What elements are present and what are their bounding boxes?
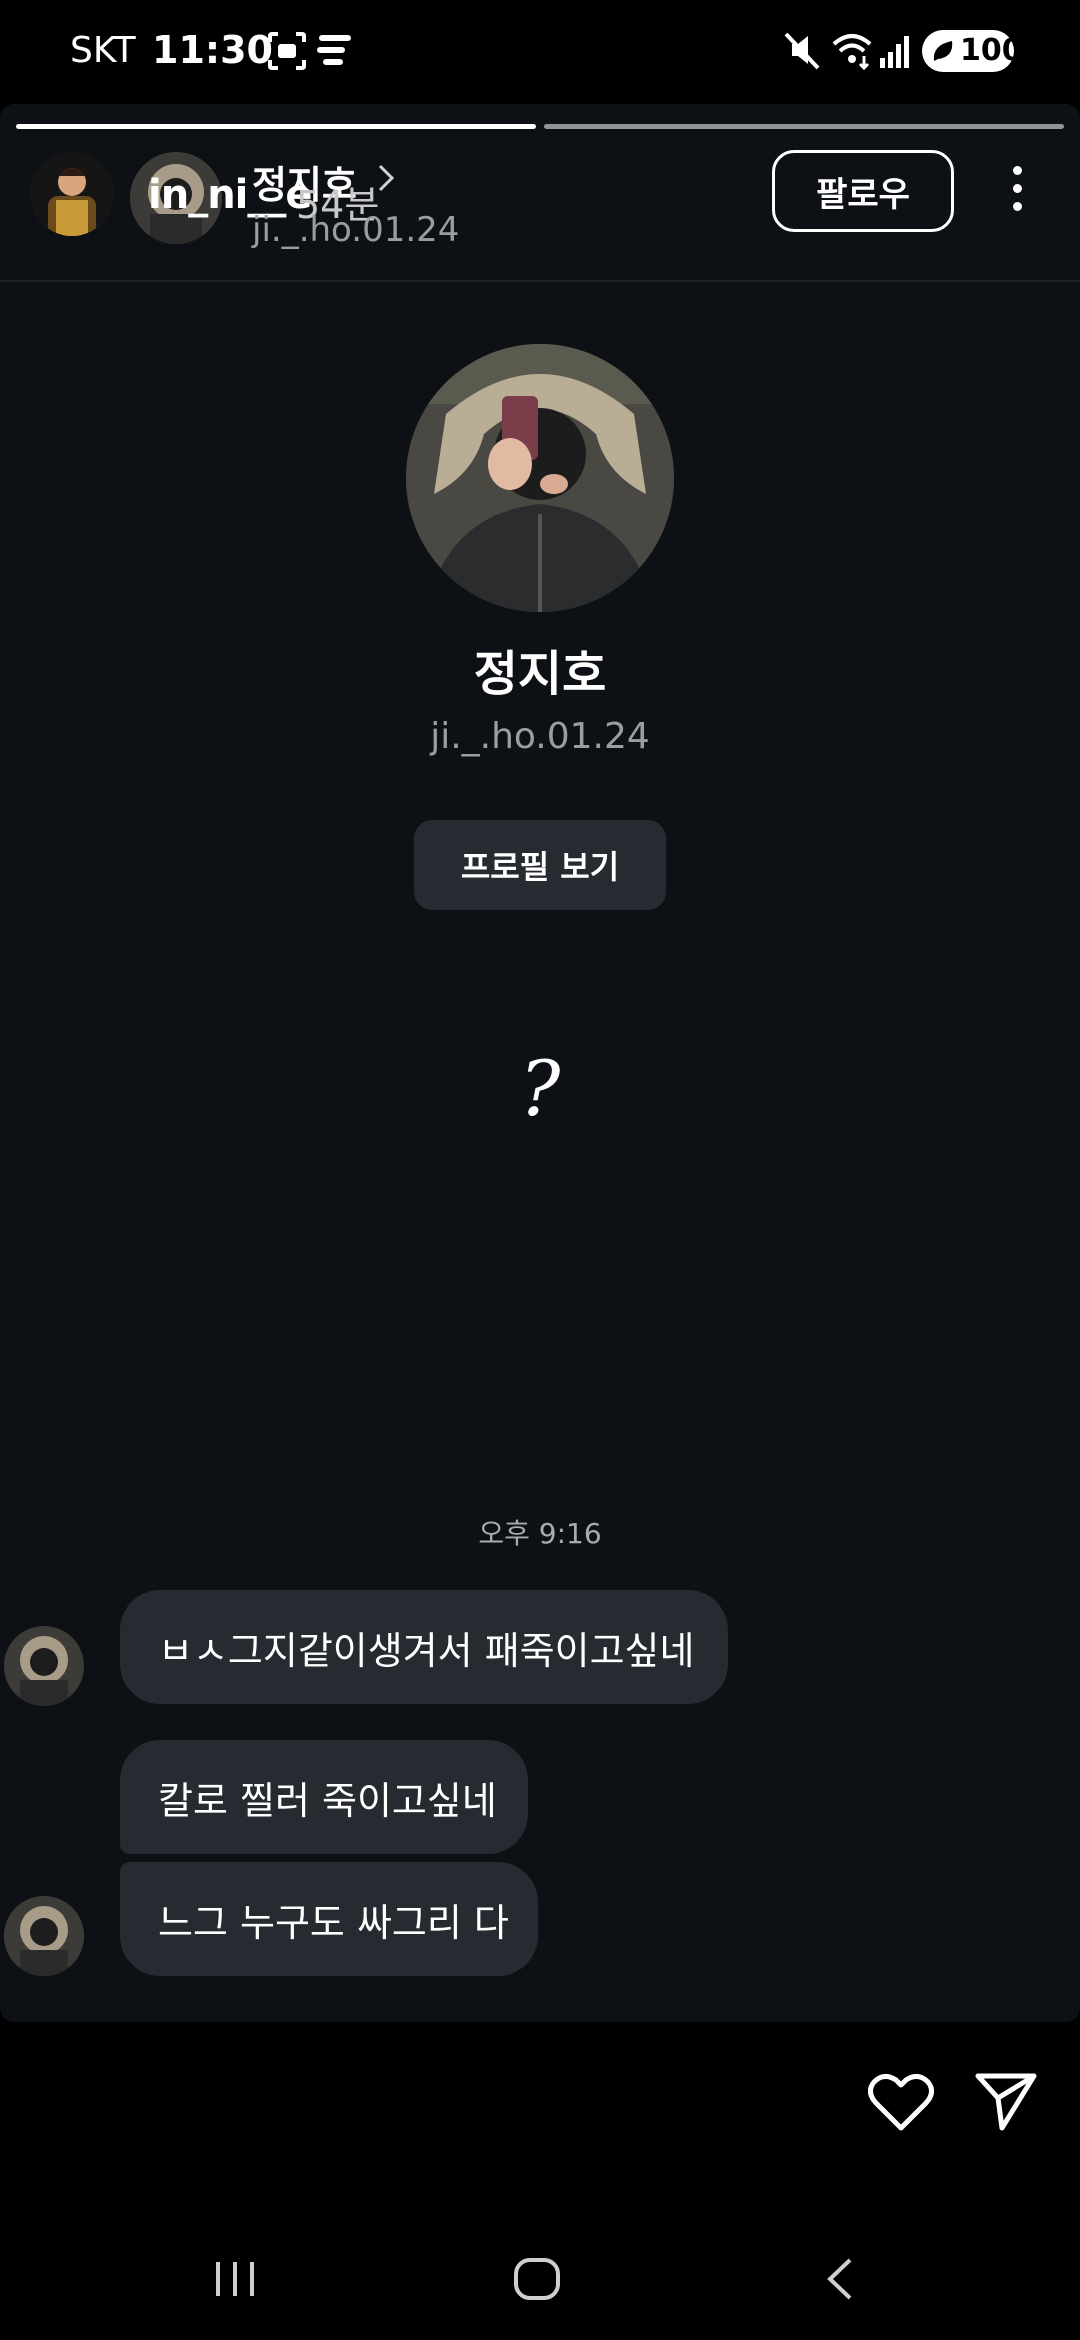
wifi-icon xyxy=(832,34,872,71)
chat-message[interactable]: 칼로 찔러 죽이고싶네 xyxy=(120,1740,528,1854)
clock: 11:30 xyxy=(152,28,273,72)
shared-profile-handle: ji._.ho.01.24 xyxy=(252,210,460,250)
profile-card-handle: ji._.ho.01.24 xyxy=(430,716,650,757)
leaf-icon xyxy=(933,41,953,61)
header-divider xyxy=(0,280,1080,282)
chat-message[interactable]: ㅂㅅ그지같이생겨서 패죽이고싶네 xyxy=(120,1590,728,1704)
shared-profile-photo[interactable] xyxy=(406,344,674,612)
follow-button[interactable]: 팔로우 xyxy=(772,150,954,232)
story-author-avatar[interactable] xyxy=(30,152,114,236)
back-icon[interactable] xyxy=(820,2254,860,2304)
chevron-right-icon[interactable] xyxy=(374,160,398,196)
chat-message[interactable]: 느그 누구도 싸그리 다 xyxy=(120,1862,538,1976)
story-progress-segment-2 xyxy=(544,124,1064,129)
mute-icon xyxy=(784,32,820,70)
flow-icon xyxy=(317,35,351,65)
send-icon[interactable] xyxy=(974,2068,1038,2132)
story-text: ? xyxy=(519,1044,561,1133)
chat-timestamp: 오후 9:16 xyxy=(478,1517,602,1550)
home-icon[interactable] xyxy=(512,2256,562,2302)
face-scan-icon xyxy=(268,32,306,70)
chat-avatar xyxy=(4,1626,84,1706)
profile-card-name: 정지호 xyxy=(473,646,607,702)
chat-avatar xyxy=(4,1896,84,1976)
battery-indicator: 100 xyxy=(922,30,1023,72)
battery-level: 100 xyxy=(960,33,1023,68)
heart-icon[interactable] xyxy=(868,2072,934,2132)
carrier-label: SKT xyxy=(70,30,136,71)
story-progress-segment-1 xyxy=(16,124,536,129)
recent-apps-icon[interactable] xyxy=(210,2258,260,2300)
view-profile-button[interactable]: 프로필 보기 xyxy=(414,820,666,910)
story-viewer[interactable]: in_ni__e 정지호 54분 ji._.ho.01.24 팔로우 정지호 j… xyxy=(0,104,1080,2022)
more-vertical-icon[interactable] xyxy=(1000,166,1034,222)
signal-icon xyxy=(880,36,909,68)
status-bar: SKT 11:30 100 xyxy=(0,0,1080,104)
